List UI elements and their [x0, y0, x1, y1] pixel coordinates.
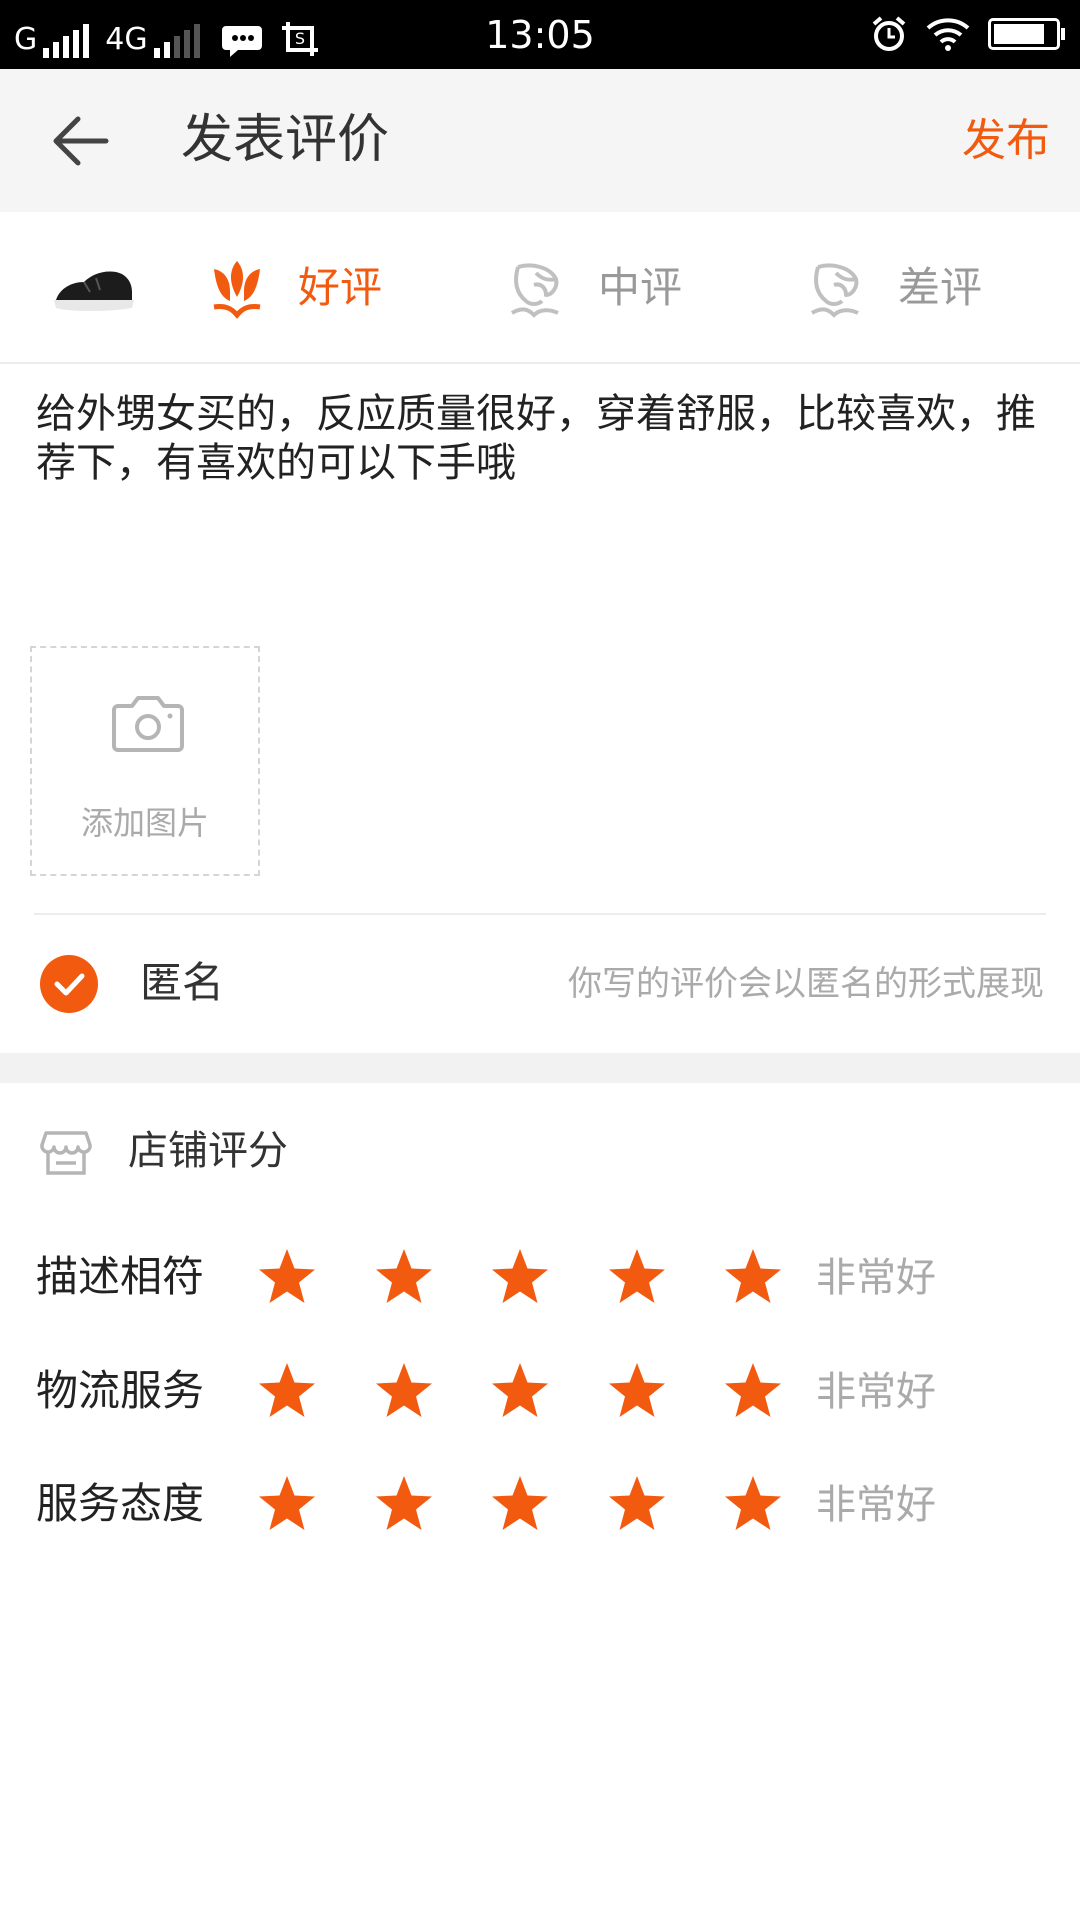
star-icon[interactable] [373, 1247, 435, 1307]
alarm-icon [872, 16, 906, 51]
anonymous-label: 匿名 [140, 958, 225, 1007]
header-bar: 发表评价 发布 [0, 69, 1080, 212]
star-icon[interactable] [722, 1474, 784, 1534]
add-photo-label: 添加图片 [80, 804, 209, 842]
anonymous-hint: 你写的评价会以匿名的形式展现 [568, 964, 1044, 1004]
rating-option-neutral-label: 中评 [598, 263, 683, 312]
score-row-service: 服务态度 非常好 [0, 1460, 1080, 1550]
score-row-description: 描述相符 非常好 [0, 1233, 1080, 1323]
star-icon[interactable] [606, 1361, 668, 1421]
status-bar: G 4G S 13:05 [0, 0, 1080, 69]
star-icon[interactable] [606, 1247, 668, 1307]
shop-icon [40, 1131, 92, 1175]
score-text: 非常好 [816, 1255, 936, 1301]
section-gap [0, 1053, 1080, 1083]
star-icon[interactable] [373, 1474, 435, 1534]
star-icon[interactable] [256, 1474, 318, 1534]
score-text: 非常好 [816, 1482, 936, 1528]
star-icon[interactable] [489, 1474, 551, 1534]
star-icon[interactable] [373, 1361, 435, 1421]
shop-rating-title: 店铺评分 [128, 1128, 288, 1174]
star-icon[interactable] [256, 1361, 318, 1421]
wilted-flower-icon [510, 263, 559, 318]
star-icon[interactable] [606, 1474, 668, 1534]
shop-rating-header: 店铺评分 [0, 1083, 1080, 1223]
star-icon[interactable] [489, 1247, 551, 1307]
score-row-logistics: 物流服务 非常好 [0, 1347, 1080, 1437]
review-text-area[interactable]: 给外甥女买的，反应质量很好，穿着舒服，比较喜欢，推荐下，有喜欢的可以下手哦 [36, 390, 1056, 488]
rating-type-selector: 好评 中评 差评 [0, 212, 1080, 364]
camera-icon [112, 696, 184, 752]
star-icon[interactable] [256, 1247, 318, 1307]
rating-option-good[interactable]: 好评 [206, 254, 382, 322]
star-icon[interactable] [722, 1247, 784, 1307]
add-photo-button[interactable]: 添加图片 [30, 646, 260, 876]
battery-icon [988, 18, 1065, 50]
back-arrow-icon[interactable] [50, 113, 110, 169]
score-label: 物流服务 [36, 1366, 205, 1415]
flower-icon [213, 261, 261, 319]
score-label: 描述相符 [36, 1252, 205, 1301]
score-text: 非常好 [816, 1369, 936, 1415]
rating-option-bad[interactable]: 差评 [806, 254, 982, 322]
battery-fill [994, 24, 1044, 44]
checkmark-icon [54, 973, 85, 996]
anonymous-checkbox[interactable] [40, 955, 98, 1013]
status-icons [870, 14, 1065, 54]
star-icon[interactable] [489, 1361, 551, 1421]
rating-option-good-label: 好评 [298, 263, 383, 312]
wilted-flower-icon [810, 263, 859, 318]
rating-option-bad-label: 差评 [898, 263, 983, 312]
product-thumbnail [54, 271, 134, 311]
wifi-icon [926, 18, 970, 51]
anonymous-row: 匿名 你写的评价会以匿名的形式展现 [0, 915, 1080, 1053]
score-label: 服务态度 [36, 1479, 205, 1528]
star-icon[interactable] [722, 1361, 784, 1421]
rating-option-neutral[interactable]: 中评 [506, 254, 682, 322]
publish-button[interactable]: 发布 [962, 113, 1050, 169]
page-title: 发表评价 [181, 110, 390, 170]
